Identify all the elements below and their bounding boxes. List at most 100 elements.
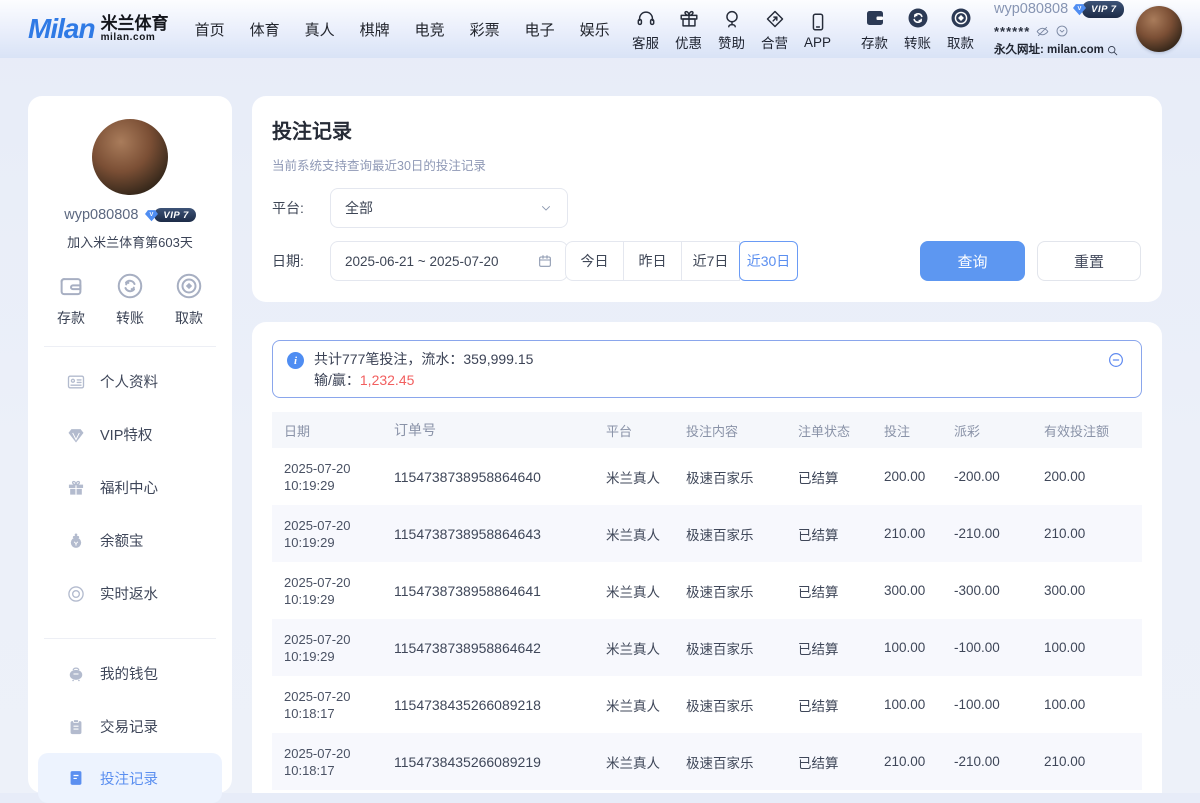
cell-date: 2025-07-20	[284, 575, 351, 590]
user-info: wyp080808 V VIP 7 ****** 永久网址: milan.com	[994, 0, 1130, 59]
sidebar-item-transactions[interactable]: 交易记录	[28, 700, 232, 753]
nav-item-casino[interactable]: 娱乐	[580, 19, 610, 40]
nav-item-live[interactable]: 真人	[305, 19, 335, 40]
quick-transfer[interactable]: 转账	[115, 271, 145, 328]
topbar-actions: 客服 优惠 赞助 合营 APP	[624, 0, 1182, 59]
topbar-withdraw[interactable]: 取款	[939, 6, 982, 52]
sidebar-item-yuebao[interactable]: 余额宝	[28, 514, 232, 567]
sidebar-quick-actions: 存款 转账 取款	[28, 271, 232, 328]
cell-order: 1154738738958864640	[382, 469, 594, 485]
cell-status: 已结算	[786, 524, 872, 544]
sidebar-item-vip[interactable]: VIP特权	[28, 408, 232, 461]
range-30days-button[interactable]: 近30日	[739, 241, 798, 281]
topbar-action-promo[interactable]: 优惠	[667, 6, 710, 52]
range-today-button[interactable]: 今日	[565, 241, 624, 281]
nav-item-esports[interactable]: 电竞	[415, 19, 445, 40]
quick-deposit[interactable]: 存款	[56, 271, 86, 328]
page-title: 投注记录	[272, 115, 352, 144]
nav-item-lottery[interactable]: 彩票	[470, 19, 500, 40]
sidebar-item-welfare[interactable]: 福利中心	[28, 461, 232, 514]
nav-item-home[interactable]: 首页	[195, 19, 225, 40]
summary-winloss-value: 1,232.45	[360, 372, 415, 388]
topbar-action-service[interactable]: 客服	[624, 6, 667, 52]
sidebar-avatar[interactable]	[92, 119, 168, 195]
calendar-icon	[537, 253, 553, 269]
cell-content: 极速百家乐	[674, 524, 786, 544]
cell-valid: 100.00	[1032, 697, 1142, 712]
col-date: 日期	[272, 421, 382, 440]
cell-platform: 米兰真人	[594, 752, 674, 772]
topbar-action-label: APP	[804, 35, 831, 50]
topbar-action-app[interactable]: APP	[796, 9, 839, 50]
col-order: 订单号	[382, 420, 594, 440]
sidebar-item-wallet[interactable]: 我的钱包	[28, 647, 232, 700]
brand-domain: milan.com	[101, 33, 169, 44]
query-button[interactable]: 查询	[920, 241, 1025, 281]
date-range-input[interactable]: 2025-06-21 ~ 2025-07-20	[330, 241, 568, 281]
topbar-wallet-group: 存款 转账 取款	[853, 6, 982, 52]
table-header: 日期 订单号 平台 投注内容 注单状态 投注 派彩 有效投注额	[272, 412, 1142, 448]
col-valid: 有效投注额	[1032, 421, 1142, 440]
cell-order: 1154738435266089218	[382, 697, 594, 713]
cell-payout: -100.00	[942, 640, 1032, 655]
sidebar-item-profile[interactable]: 个人资料	[28, 355, 232, 408]
range-yesterday-button[interactable]: 昨日	[623, 241, 682, 281]
records-card: i 共计777笔投注，流水：359,999.15 输/赢：1,232.45 日期…	[252, 322, 1162, 793]
brand-logo-script: Milan	[28, 13, 95, 45]
perma-url: 永久网址: milan.com	[994, 42, 1104, 59]
brand-logo[interactable]: Milan 米兰体育 milan.com	[28, 13, 169, 45]
summary-total-value: 359,999.15	[463, 351, 533, 367]
table-row: 2025-07-2010:19:29 1154738738958864641 米…	[272, 562, 1142, 619]
summary-winloss-label: 输/赢：	[314, 372, 360, 388]
magnifier-icon[interactable]	[1106, 44, 1119, 57]
withdraw-icon	[949, 6, 973, 30]
eye-off-icon[interactable]	[1035, 24, 1050, 39]
deposit-icon	[863, 6, 887, 30]
cell-time: 10:18:17	[284, 763, 335, 778]
table-row: 2025-07-2010:19:29 1154738738958864640 米…	[272, 448, 1142, 505]
topbar-action-sponsor[interactable]: 赞助	[710, 6, 753, 52]
quick-action-label: 取款	[175, 308, 203, 328]
chevron-circle-icon[interactable]	[1055, 24, 1069, 38]
col-bet: 投注	[872, 421, 942, 440]
cell-payout: -200.00	[942, 469, 1032, 484]
platform-select[interactable]: 全部	[330, 188, 568, 228]
withdraw-circle-icon	[174, 271, 204, 301]
collapse-icon[interactable]	[1107, 351, 1125, 369]
avatar[interactable]	[1136, 6, 1182, 52]
sidebar-item-label: 实时返水	[100, 583, 158, 604]
cell-order: 1154738738958864641	[382, 583, 594, 599]
cell-status: 已结算	[786, 752, 872, 772]
table-row: 2025-07-20 10:18:17 1154738435266089219 米…	[272, 733, 1142, 790]
range-7days-button[interactable]: 近7日	[681, 241, 740, 281]
topbar-deposit[interactable]: 存款	[853, 6, 896, 52]
reset-button[interactable]: 重置	[1037, 241, 1141, 281]
nav-item-cards[interactable]: 棋牌	[360, 19, 390, 40]
nav-item-sports[interactable]: 体育	[250, 19, 280, 40]
topbar-action-label: 赞助	[718, 32, 745, 52]
cell-content: 极速百家乐	[674, 638, 786, 658]
topbar-action-label: 合营	[761, 32, 788, 52]
cell-bet: 300.00	[872, 583, 942, 598]
sidebar-item-label: 我的钱包	[100, 663, 158, 684]
main-nav: 首页 体育 真人 棋牌 电竞 彩票 电子 娱乐	[195, 19, 610, 40]
cell-order: 1154738435266089219	[382, 754, 594, 770]
sidebar-item-label: 交易记录	[100, 716, 158, 737]
vip-level: VIP 7	[1082, 1, 1123, 18]
sponsor-icon	[721, 6, 743, 30]
cell-date: 2025-07-20	[284, 746, 351, 761]
topbar-transfer[interactable]: 转账	[896, 6, 939, 52]
nav-item-slots[interactable]: 电子	[525, 19, 555, 40]
sidebar-username: wyp080808	[64, 207, 138, 223]
username: wyp080808	[994, 0, 1068, 20]
gift-icon	[66, 478, 86, 498]
cell-platform: 米兰真人	[594, 695, 674, 715]
clipboard-icon	[66, 717, 86, 737]
cell-date: 2025-07-20	[284, 632, 351, 647]
topbar-action-partner[interactable]: 合营	[753, 6, 796, 52]
sidebar: wyp080808 V VIP 7 加入米兰体育第603天 存款 转账 取款	[28, 96, 232, 793]
sidebar-item-rebate[interactable]: 实时返水	[28, 567, 232, 620]
quick-withdraw[interactable]: 取款	[174, 271, 204, 328]
topbar-wallet-label: 转账	[904, 32, 931, 52]
sidebar-item-bet-records[interactable]: 投注记录	[38, 753, 222, 803]
